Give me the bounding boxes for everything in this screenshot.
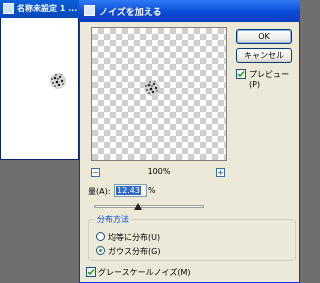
uniform-label[interactable]: 均等に分布(U) xyxy=(108,232,160,243)
amount-unit: % xyxy=(148,186,156,195)
amount-label: 量(A): xyxy=(88,187,111,196)
amount-slider-thumb[interactable] xyxy=(134,203,142,210)
preview-label[interactable]: プレビュー(P) xyxy=(249,69,300,89)
zoom-in-button[interactable]: + xyxy=(216,168,225,177)
distribution-title: 分布方法 xyxy=(95,214,131,225)
preview-checkbox[interactable] xyxy=(236,69,246,79)
amount-slider-track[interactable] xyxy=(94,205,204,208)
gaussian-label[interactable]: ガウス分布(G) xyxy=(108,246,160,257)
document-title: 名称未設定 1 ... xyxy=(17,4,78,13)
dialog-app-icon xyxy=(84,5,95,16)
gaussian-radio[interactable] xyxy=(96,246,105,255)
dialog-titlebar[interactable]: ノイズを加える xyxy=(79,0,300,22)
checkmark-icon xyxy=(87,268,95,276)
monochromatic-checkbox[interactable] xyxy=(86,267,96,277)
radio-selected-dot xyxy=(99,249,102,252)
document-app-icon xyxy=(3,3,14,14)
dialog-title: ノイズを加える xyxy=(99,8,162,18)
noise-blob-image xyxy=(50,73,66,89)
document-titlebar[interactable]: 名称未設定 1 ... xyxy=(0,0,79,18)
amount-value[interactable]: 12.43 xyxy=(116,186,141,195)
cancel-button[interactable]: キャンセル xyxy=(236,48,292,63)
zoom-level: 100% xyxy=(147,167,171,176)
checkmark-icon xyxy=(237,70,245,78)
uniform-radio[interactable] xyxy=(96,232,105,241)
zoom-out-button[interactable]: − xyxy=(91,168,100,177)
preview-noise-image xyxy=(144,80,160,96)
ok-button[interactable]: OK xyxy=(236,29,292,44)
monochromatic-label[interactable]: グレースケールノイズ(M) xyxy=(98,267,191,278)
